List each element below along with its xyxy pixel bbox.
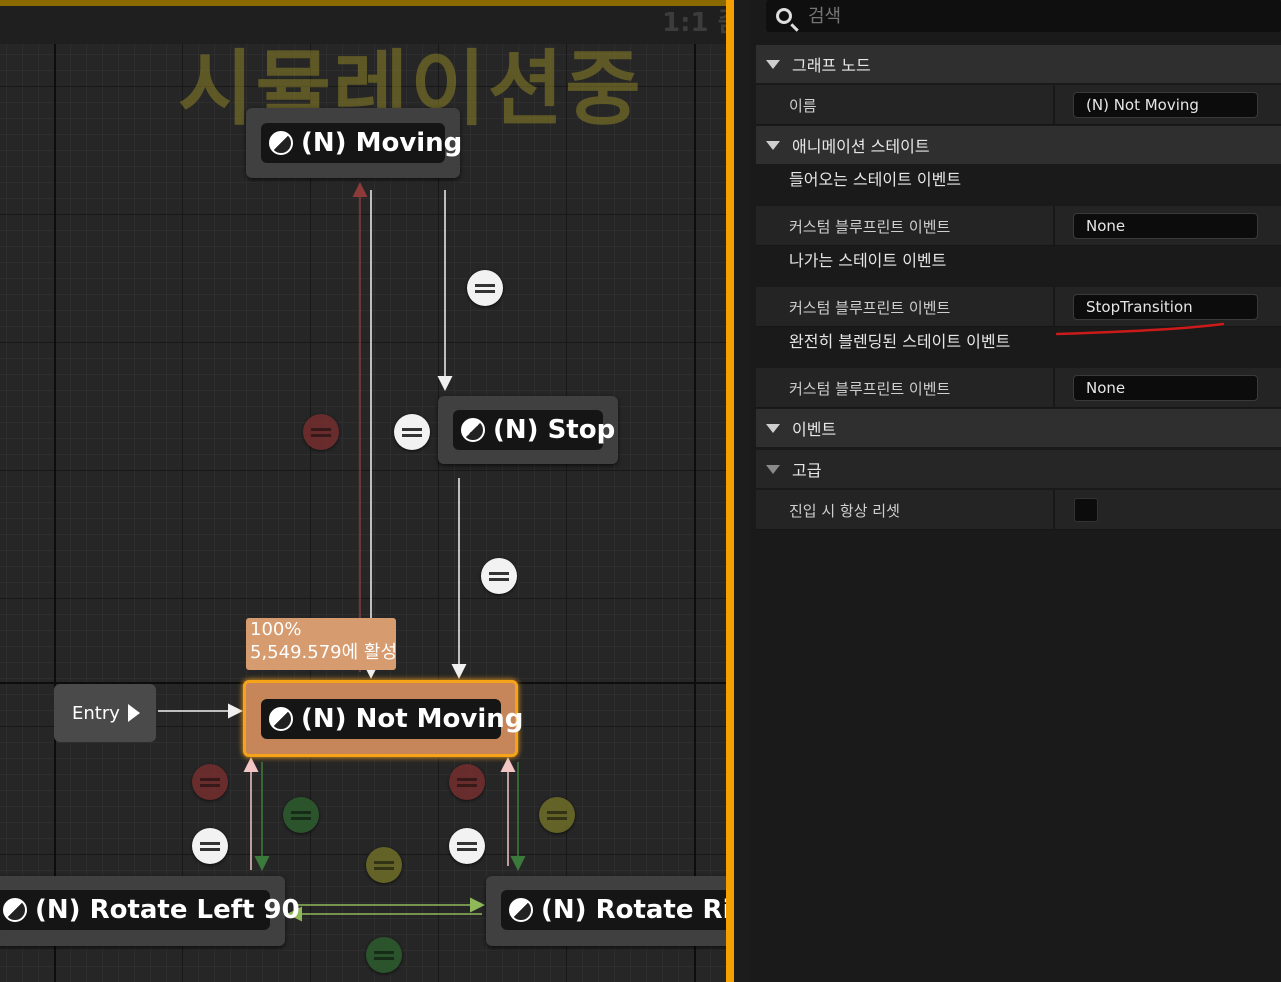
section-title: 애니메이션 스테이트 [792, 137, 930, 156]
transition-rule-icon[interactable] [366, 937, 402, 973]
transition-rule-icon[interactable] [467, 270, 503, 306]
state-node-stop[interactable]: (N) Stop [438, 396, 618, 464]
always-reset-checkbox[interactable] [1074, 498, 1098, 522]
state-icon [461, 418, 485, 442]
left-state-event-title: 나가는 스테이트 이벤트 [789, 251, 947, 270]
transition-rule-icon[interactable] [539, 797, 575, 833]
transition-rule-icon[interactable] [449, 764, 485, 800]
transition-rule-icon[interactable] [366, 847, 402, 883]
transition-rule-icon[interactable] [394, 414, 430, 450]
expand-triangle-icon [766, 423, 780, 433]
state-node-label: (N) Stop [493, 415, 616, 445]
name-field[interactable]: (N) Not Moving [1073, 92, 1258, 118]
section-advanced[interactable]: 고급 [756, 450, 1281, 488]
section-title: 이벤트 [792, 420, 837, 439]
expand-triangle-icon [766, 59, 780, 69]
transition-rule-icon[interactable] [481, 558, 517, 594]
state-icon [269, 707, 293, 731]
transition-rule-icon[interactable] [192, 764, 228, 800]
entry-arrow-icon [127, 704, 140, 722]
tooltip-weight: 100% [250, 619, 302, 640]
always-reset-row: 진입 시 항상 리셋 [756, 490, 1281, 530]
details-panel: 그래프 노드 이름 (N) Not Moving 애니메이션 스테이트 들어오는… [750, 0, 1281, 982]
state-node-label: (N) Not Moving [301, 704, 524, 734]
section-events[interactable]: 이벤트 [756, 409, 1281, 447]
section-animation-state[interactable]: 애니메이션 스테이트 [756, 126, 1281, 164]
column-divider[interactable] [1053, 85, 1055, 125]
custom-bp-event-label: 커스텀 블루프린트 이벤트 [789, 299, 951, 317]
custom-bp-event-label: 커스텀 블루프린트 이벤트 [789, 380, 951, 398]
transition-rule-icon[interactable] [192, 828, 228, 864]
state-icon [269, 131, 293, 155]
fully-blended-event-title: 완전히 블렌딩된 스테이트 이벤트 [789, 332, 1011, 351]
search-icon [776, 8, 792, 24]
active-state-tooltip: 100% 5,549.579에 활성 [246, 618, 396, 670]
state-node-label: (N) Rotate Left 90 [35, 895, 300, 925]
state-machine-graph[interactable]: 1:1 줌 시뮬레이션중 (N) Moving (N) Stop Entry (… [0, 0, 750, 982]
name-label: 이름 [789, 97, 817, 115]
name-row: 이름 (N) Not Moving [756, 85, 1281, 125]
state-node-rotate-right[interactable]: (N) Rotate Righ [486, 876, 746, 946]
state-node-rotate-left[interactable]: (N) Rotate Left 90 [0, 876, 300, 946]
red-annotation-underline [1055, 322, 1225, 336]
transition-rule-icon[interactable] [283, 797, 319, 833]
entry-node[interactable]: Entry [54, 684, 156, 742]
state-node-moving[interactable]: (N) Moving [246, 108, 463, 178]
entered-state-event-title: 들어오는 스테이트 이벤트 [789, 170, 962, 189]
simulation-border [726, 0, 734, 982]
column-divider[interactable] [1053, 368, 1055, 408]
state-icon [509, 898, 533, 922]
state-icon [3, 898, 27, 922]
section-graph-node[interactable]: 그래프 노드 [756, 45, 1281, 83]
state-node-not-moving[interactable]: (N) Not Moving [243, 680, 523, 757]
always-reset-label: 진입 시 항상 리셋 [789, 502, 900, 520]
left-event-field[interactable]: StopTransition [1073, 294, 1258, 320]
column-divider[interactable] [1053, 490, 1055, 530]
fully-blended-event-row: 커스텀 블루프린트 이벤트 None [756, 368, 1281, 408]
transition-rule-icon[interactable] [449, 828, 485, 864]
tooltip-active-time: 5,549.579에 활성 [250, 642, 396, 663]
expand-triangle-icon [766, 464, 780, 474]
entry-label: Entry [72, 702, 120, 724]
transition-rule-icon[interactable] [303, 414, 339, 450]
fully-blended-event-field[interactable]: None [1073, 375, 1258, 401]
entered-event-row: 커스텀 블루프린트 이벤트 None [756, 206, 1281, 246]
search-input[interactable] [806, 4, 1210, 28]
state-node-label: (N) Rotate Righ [541, 895, 746, 925]
section-title: 고급 [792, 461, 822, 480]
section-title: 그래프 노드 [792, 56, 871, 75]
expand-triangle-icon [766, 140, 780, 150]
column-divider[interactable] [1053, 206, 1055, 246]
custom-bp-event-label: 커스텀 블루프린트 이벤트 [789, 218, 951, 236]
state-node-label: (N) Moving [301, 128, 463, 158]
entered-event-field[interactable]: None [1073, 213, 1258, 239]
search-box[interactable] [766, 0, 1281, 32]
graph-edge [734, 0, 750, 982]
